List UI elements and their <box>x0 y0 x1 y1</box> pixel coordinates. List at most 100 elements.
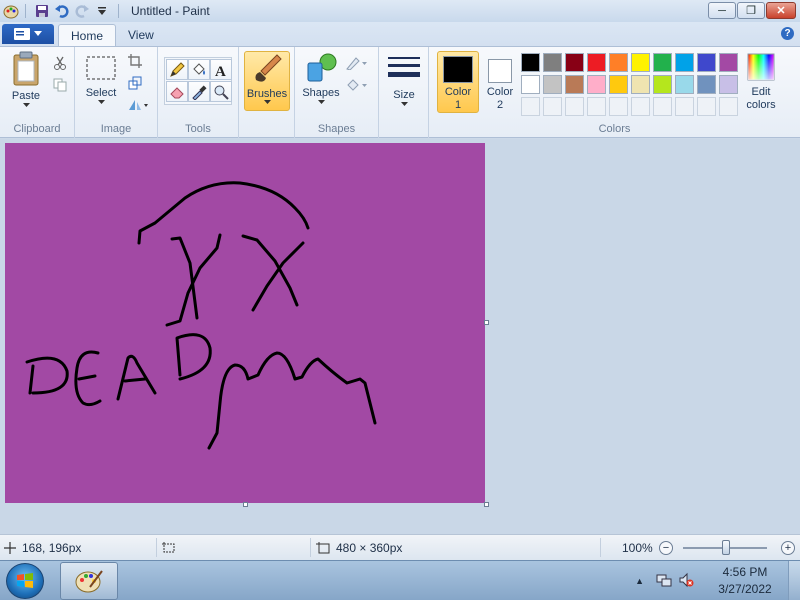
color-1-button[interactable]: Color 1 <box>437 51 479 113</box>
menu-icon <box>14 28 30 40</box>
cursor-position-cell: 168, 196px <box>4 535 81 560</box>
edit-colors-label-line2: colors <box>746 99 776 111</box>
brushes-button[interactable]: Brushes <box>244 51 290 111</box>
zoom-level-cell: 100% <box>622 535 653 560</box>
palette-swatch[interactable] <box>719 53 738 72</box>
paint-menu-button[interactable] <box>2 24 54 44</box>
resize-handle-right[interactable] <box>484 320 489 325</box>
custom-color-slot[interactable] <box>719 97 738 116</box>
image-size-text: 480 × 360px <box>336 540 403 555</box>
clock-date: 3/27/2022 <box>718 582 772 596</box>
start-button[interactable] <box>6 563 44 599</box>
palette-swatch[interactable] <box>675 75 694 94</box>
maximize-button[interactable]: ❐ <box>737 2 765 19</box>
palette-swatch[interactable] <box>675 53 694 72</box>
canvas-background <box>5 143 485 503</box>
size-button[interactable]: Size <box>383 53 425 106</box>
custom-color-slot[interactable] <box>653 97 672 116</box>
volume-muted-icon[interactable] <box>678 572 694 591</box>
status-divider <box>156 538 157 557</box>
show-hidden-icons-arrow[interactable]: ▲ <box>635 576 644 586</box>
palette-swatch[interactable] <box>521 53 540 72</box>
custom-color-slot[interactable] <box>631 97 650 116</box>
fill-bucket-icon[interactable] <box>188 59 210 80</box>
taskbar-paint-button[interactable] <box>60 562 118 600</box>
palette-swatch[interactable] <box>543 75 562 94</box>
palette-swatch[interactable] <box>521 75 540 94</box>
zoom-in-button[interactable]: + <box>781 541 795 555</box>
magnifier-icon[interactable] <box>210 81 232 102</box>
clipboard-group: Paste Clipboard <box>0 47 75 138</box>
shapes-label: Shapes <box>302 87 340 99</box>
pencil-icon[interactable] <box>166 59 188 80</box>
text-tool-icon[interactable]: A <box>210 59 232 80</box>
copy-icon[interactable] <box>50 75 70 95</box>
crop-icon[interactable] <box>125 51 145 71</box>
ribbon: Paste Clipboard Select Image A Tools Bru… <box>0 46 800 138</box>
tab-view[interactable]: View <box>116 24 166 46</box>
show-desktop-button[interactable] <box>788 561 800 600</box>
close-button[interactable]: ✕ <box>766 2 796 19</box>
custom-color-slot[interactable] <box>521 97 540 116</box>
select-button[interactable]: Select <box>81 55 121 104</box>
custom-color-slot[interactable] <box>543 97 562 116</box>
cut-icon[interactable] <box>50 53 70 73</box>
image-size-icon <box>316 541 330 553</box>
palette-swatch[interactable] <box>631 75 650 94</box>
palette-swatch[interactable] <box>653 75 672 94</box>
custom-color-slot[interactable] <box>565 97 584 116</box>
select-label: Select <box>85 87 117 99</box>
brushes-group: Brushes <box>239 47 295 138</box>
fill-icon[interactable] <box>345 75 369 95</box>
image-size-cell: 480 × 360px <box>316 535 402 560</box>
drawing-canvas[interactable] <box>5 143 485 503</box>
redo-icon[interactable] <box>72 2 92 20</box>
color-2-number: 2 <box>496 99 504 111</box>
paste-button[interactable]: Paste <box>6 51 46 107</box>
palette-swatch[interactable] <box>565 53 584 72</box>
custom-color-slot[interactable] <box>609 97 628 116</box>
palette-swatch[interactable] <box>697 75 716 94</box>
paint-app-icon[interactable] <box>3 3 19 19</box>
custom-color-slot[interactable] <box>587 97 606 116</box>
palette-swatch[interactable] <box>653 53 672 72</box>
undo-icon[interactable] <box>52 2 72 20</box>
resize-icon[interactable] <box>125 73 145 93</box>
palette-swatch[interactable] <box>565 75 584 94</box>
custom-color-slot[interactable] <box>675 97 694 116</box>
custom-color-slot[interactable] <box>697 97 716 116</box>
color-spectrum-icon <box>747 53 775 81</box>
palette-swatch[interactable] <box>631 53 650 72</box>
chevron-down-icon <box>97 100 105 104</box>
tab-home[interactable]: Home <box>58 24 117 46</box>
zoom-out-button[interactable]: − <box>659 541 673 555</box>
resize-handle-corner[interactable] <box>484 502 489 507</box>
palette-swatch[interactable] <box>587 75 606 94</box>
minimize-button[interactable]: ─ <box>708 2 736 19</box>
palette-swatch[interactable] <box>543 53 562 72</box>
select-rectangle-icon <box>86 56 116 80</box>
palette-swatch[interactable] <box>609 53 628 72</box>
color-2-button[interactable]: Color 2 <box>479 51 521 113</box>
color-2-swatch <box>488 59 512 83</box>
eraser-icon[interactable] <box>166 81 188 102</box>
clock-time: 4:56 PM <box>722 565 768 579</box>
zoom-slider-thumb[interactable] <box>722 540 730 555</box>
color-picker-icon[interactable] <box>188 81 210 102</box>
palette-swatch[interactable] <box>697 53 716 72</box>
shapes-button[interactable]: Shapes <box>301 51 341 104</box>
outline-icon[interactable] <box>345 53 369 73</box>
rotate-icon[interactable] <box>125 95 151 115</box>
customize-quick-access-icon[interactable] <box>92 2 112 20</box>
edit-colors-button[interactable]: Edit colors <box>741 53 781 112</box>
palette-swatch[interactable] <box>587 53 606 72</box>
help-icon[interactable]: ? <box>781 27 794 40</box>
save-icon[interactable] <box>32 2 52 20</box>
palette-swatch[interactable] <box>609 75 628 94</box>
clipboard-group-label: Clipboard <box>13 123 61 135</box>
resize-handle-bottom[interactable] <box>243 502 248 507</box>
network-icon[interactable] <box>656 572 672 591</box>
clock[interactable]: 4:56 PM 3/27/2022 <box>702 564 788 598</box>
palette-swatch[interactable] <box>719 75 738 94</box>
brushes-label: Brushes <box>246 88 288 100</box>
